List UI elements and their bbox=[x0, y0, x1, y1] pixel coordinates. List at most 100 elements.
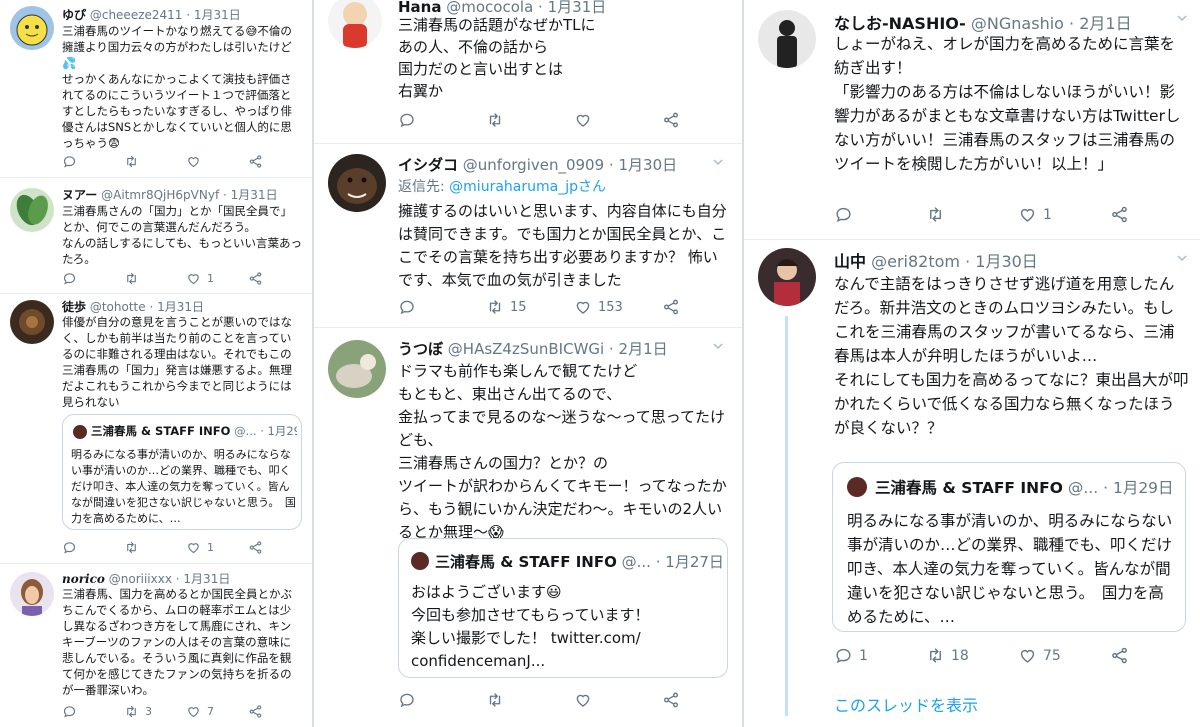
tweet-text: 擁護するのはいいと思います、内容自体にも自分は賛同できます。でも国力とか国民全員… bbox=[398, 202, 727, 289]
like-button[interactable]: 1 bbox=[1018, 205, 1110, 224]
display-name[interactable]: 徒歩 bbox=[62, 300, 86, 314]
separator-dot: · bbox=[186, 8, 191, 22]
heart-icon bbox=[574, 691, 592, 709]
share-button[interactable] bbox=[248, 704, 263, 719]
share-button[interactable] bbox=[1110, 205, 1129, 224]
avatar[interactable] bbox=[10, 188, 54, 232]
tweet-date[interactable]: 1月30日 bbox=[619, 156, 678, 174]
avatar[interactable] bbox=[328, 0, 382, 48]
reply-button[interactable] bbox=[62, 704, 124, 719]
tweet-date[interactable]: 1月31日 bbox=[231, 188, 278, 202]
chevron-down-icon[interactable] bbox=[710, 338, 726, 358]
avatar[interactable] bbox=[328, 154, 386, 212]
reply-button[interactable]: 1 bbox=[834, 646, 926, 665]
like-button[interactable]: 1 bbox=[186, 271, 248, 286]
tweet-date[interactable]: 1月30日 bbox=[975, 252, 1038, 271]
avatar[interactable] bbox=[328, 340, 386, 398]
retweet-button[interactable] bbox=[124, 271, 186, 286]
reply-button[interactable] bbox=[62, 154, 124, 169]
like-button[interactable]: 7 bbox=[186, 704, 248, 719]
reply-icon bbox=[398, 111, 416, 129]
quoted-handle: @... bbox=[1067, 479, 1099, 497]
retweet-button[interactable] bbox=[486, 111, 574, 129]
avatar[interactable] bbox=[758, 248, 816, 306]
like-button[interactable] bbox=[574, 111, 662, 129]
like-button[interactable]: 153 bbox=[574, 298, 662, 316]
share-icon bbox=[248, 540, 263, 555]
quoted-tweet[interactable]: 三浦春馬 & STAFF INFO @... · 1月29日 明るみになる事が清… bbox=[832, 462, 1186, 632]
separator-dot: · bbox=[608, 340, 614, 358]
tweet-date[interactable]: 1月31日 bbox=[183, 572, 230, 586]
like-button[interactable] bbox=[186, 154, 248, 169]
reply-button[interactable] bbox=[398, 691, 486, 709]
reply-to-link[interactable]: @miuraharuma_jpさん bbox=[449, 179, 606, 195]
display-name[interactable]: なしお-NASHIO- bbox=[834, 14, 966, 33]
tweet-item[interactable]: なしお-NASHIO- @NGnashio · 2月1日 しょーがねえ、オレが国… bbox=[744, 0, 1200, 240]
retweet-button[interactable]: 18 bbox=[926, 646, 1018, 665]
tweet-date[interactable]: 1月31日 bbox=[157, 300, 204, 314]
tweet-item[interactable]: ヌアー @Aitmr8QjH6pVNyf · 1月31日 三浦春馬さんの「国力」… bbox=[0, 178, 312, 294]
timeline-column-3: なしお-NASHIO- @NGnashio · 2月1日 しょーがねえ、オレが国… bbox=[744, 0, 1200, 727]
tweet-item[interactable]: norico @noriiixxx · 1月31日 三浦春馬、国力を高めるとか国… bbox=[0, 564, 312, 727]
display-name[interactable]: ゆぴ bbox=[62, 8, 86, 22]
show-thread-link[interactable]: このスレッドを表示 bbox=[834, 692, 978, 716]
reply-button[interactable] bbox=[398, 298, 486, 316]
reply-button[interactable] bbox=[398, 111, 486, 129]
chevron-down-icon[interactable] bbox=[710, 154, 726, 174]
reply-button[interactable] bbox=[62, 271, 124, 286]
share-button[interactable] bbox=[248, 154, 263, 169]
retweet-button[interactable] bbox=[124, 154, 186, 169]
retweet-button[interactable] bbox=[124, 540, 186, 555]
thread-line bbox=[785, 316, 788, 716]
tweet-item[interactable]: 山中 @eri82tom · 1月30日 なんで主語をはっきりさせず逃げ道を用意… bbox=[744, 240, 1200, 727]
retweet-button[interactable] bbox=[486, 691, 574, 709]
tweet-item[interactable]: Hana @mococola · 1月31日 三浦春馬の話題がなぜかTLに あの… bbox=[314, 0, 742, 144]
like-button[interactable]: 75 bbox=[1018, 646, 1110, 665]
user-handle[interactable]: @Aitmr8QjH6pVNyf bbox=[101, 188, 219, 202]
retweet-button[interactable] bbox=[926, 205, 1018, 224]
display-name[interactable]: ヌアー bbox=[62, 188, 97, 202]
share-button[interactable] bbox=[248, 271, 263, 286]
tweet-item[interactable]: イシダコ @unforgiven_0909 · 1月30日 返信先: @miur… bbox=[314, 144, 742, 328]
chevron-down-icon[interactable] bbox=[1174, 10, 1190, 30]
user-handle[interactable]: @eri82tom bbox=[871, 252, 960, 271]
tweet-date[interactable]: 2月1日 bbox=[1079, 14, 1131, 33]
share-icon bbox=[1110, 205, 1129, 224]
user-handle[interactable]: @cheeeze2411 bbox=[90, 8, 183, 22]
reply-button[interactable] bbox=[62, 540, 124, 555]
display-name[interactable]: norico bbox=[62, 572, 105, 586]
share-button[interactable] bbox=[248, 540, 263, 555]
retweet-button[interactable]: 15 bbox=[486, 298, 574, 316]
share-button[interactable] bbox=[662, 691, 680, 709]
user-handle[interactable]: @unforgiven_0909 bbox=[463, 156, 604, 174]
user-handle[interactable]: @NGnashio bbox=[971, 14, 1064, 33]
chevron-down-icon[interactable] bbox=[1174, 250, 1190, 270]
reply-icon bbox=[834, 646, 853, 665]
like-button[interactable] bbox=[574, 691, 662, 709]
quoted-date: 1月27日 bbox=[665, 553, 723, 571]
quoted-tweet[interactable]: 三浦春馬 & STAFF INFO @... · 1月29日 明るみになる事が清… bbox=[62, 414, 302, 530]
avatar[interactable] bbox=[10, 572, 54, 616]
avatar[interactable] bbox=[10, 300, 54, 344]
tweet-item[interactable]: うつぼ @HAsZ4zSunBICWGi · 2月1日 ドラマも前作も楽しんで観… bbox=[314, 328, 742, 727]
share-button[interactable] bbox=[662, 111, 680, 129]
avatar[interactable] bbox=[758, 10, 816, 68]
like-button[interactable]: 1 bbox=[186, 540, 248, 555]
display-name[interactable]: うつぼ bbox=[398, 340, 443, 358]
tweet-item[interactable]: 徒歩 @tohotte · 1月31日 俳優が自分の意見を言うことが悪いのではな… bbox=[0, 294, 312, 564]
tweet-item[interactable]: ゆぴ @cheeeze2411 · 1月31日 三浦春馬のツイートかなり燃えてる… bbox=[0, 0, 312, 178]
share-button[interactable] bbox=[1110, 646, 1129, 665]
tweet-date[interactable]: 1月31日 bbox=[194, 8, 241, 22]
quoted-tweet[interactable]: 三浦春馬 & STAFF INFO @... · 1月27日 おはようございます… bbox=[398, 538, 728, 678]
user-handle[interactable]: @tohotte bbox=[90, 300, 146, 314]
display-name[interactable]: イシダコ bbox=[398, 156, 458, 174]
user-handle[interactable]: @HAsZ4zSunBICWGi bbox=[448, 340, 604, 358]
user-handle[interactable]: @noriiixxx bbox=[109, 572, 172, 586]
retweet-button[interactable]: 3 bbox=[124, 704, 186, 719]
share-button[interactable] bbox=[662, 298, 680, 316]
avatar[interactable] bbox=[10, 6, 54, 50]
display-name[interactable]: 山中 bbox=[834, 252, 866, 271]
quoted-display-name: 三浦春馬 & STAFF INFO bbox=[91, 424, 231, 438]
reply-button[interactable] bbox=[834, 205, 926, 224]
tweet-date[interactable]: 2月1日 bbox=[619, 340, 668, 358]
